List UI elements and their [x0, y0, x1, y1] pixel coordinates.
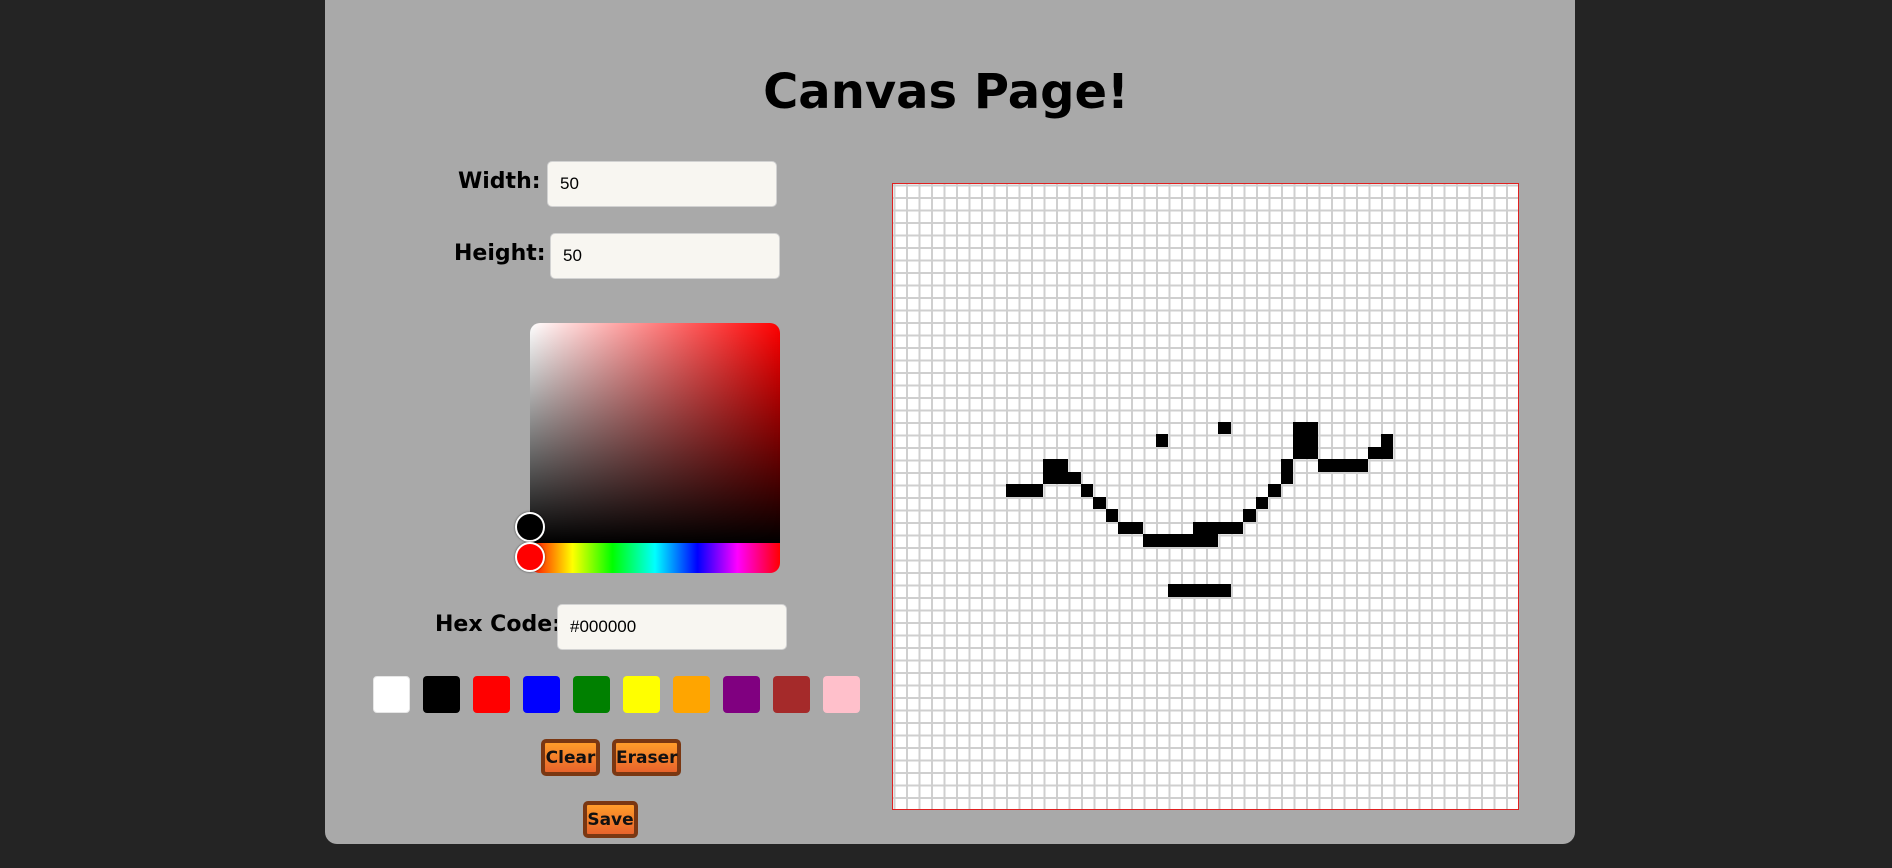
drawn-pixel	[1080, 484, 1093, 497]
swatch-black[interactable]	[423, 676, 460, 713]
drawn-pixel	[1305, 446, 1318, 459]
drawn-pixel	[1168, 584, 1231, 597]
swatch-pink[interactable]	[823, 676, 860, 713]
drawn-pixel	[1293, 421, 1318, 447]
drawn-pixel	[1093, 496, 1106, 509]
width-input[interactable]	[547, 161, 777, 207]
hue-pointer[interactable]	[515, 542, 545, 572]
drawn-pixel	[1380, 434, 1393, 459]
save-button[interactable]: Save	[583, 801, 638, 838]
drawn-pixel	[1280, 459, 1293, 484]
eraser-button[interactable]: Eraser	[612, 739, 681, 776]
color-picker[interactable]	[515, 323, 780, 573]
saturation-area[interactable]	[530, 323, 780, 543]
drawn-pixel	[1118, 521, 1143, 534]
swatch-white[interactable]	[373, 676, 410, 713]
drawn-pixel	[1155, 434, 1168, 447]
clear-button[interactable]: Clear	[541, 739, 600, 776]
swatch-red[interactable]	[473, 676, 510, 713]
drawn-pixel	[1143, 534, 1218, 547]
swatch-orange[interactable]	[673, 676, 710, 713]
page-title: Canvas Page!	[763, 64, 1129, 120]
hex-code-label: Hex Code:	[435, 612, 561, 637]
saturation-pointer[interactable]	[515, 512, 545, 542]
swatch-yellow[interactable]	[623, 676, 660, 713]
swatch-green[interactable]	[573, 676, 610, 713]
swatch-blue[interactable]	[523, 676, 560, 713]
drawn-pixel	[1218, 421, 1231, 434]
hue-slider[interactable]	[530, 543, 780, 573]
swatch-purple[interactable]	[723, 676, 760, 713]
drawn-pixel	[1193, 521, 1243, 534]
drawn-pixel	[1268, 484, 1281, 497]
drawn-pixel	[1255, 496, 1268, 509]
height-label: Height:	[454, 241, 546, 266]
swatch-brown[interactable]	[773, 676, 810, 713]
drawn-pixel	[1243, 509, 1256, 522]
drawn-pixel	[1105, 509, 1118, 522]
drawn-pixel	[1293, 446, 1306, 459]
hex-code-input[interactable]	[557, 604, 787, 650]
drawn-pixel	[1005, 484, 1043, 497]
drawn-pixel	[1043, 459, 1068, 484]
drawn-pixel	[1318, 459, 1368, 472]
height-input[interactable]	[550, 233, 780, 279]
width-label: Width:	[458, 169, 541, 194]
drawn-pixel	[1068, 471, 1081, 484]
pixel-canvas[interactable]	[892, 183, 1519, 810]
drawn-pixel	[1368, 446, 1381, 459]
